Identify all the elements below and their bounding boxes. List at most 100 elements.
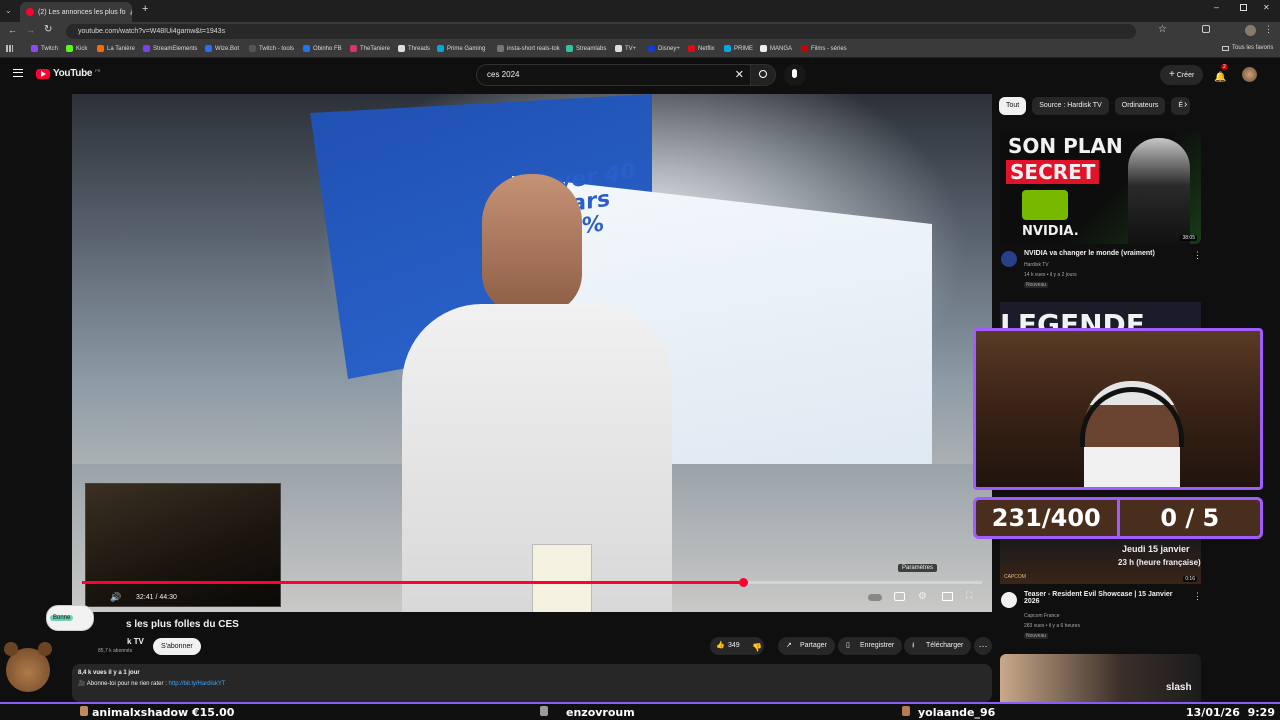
bookmark-label: Films - séries	[811, 45, 847, 52]
bookmark-item[interactable]: Threads	[398, 45, 430, 52]
settings-tooltip: Paramètres	[898, 564, 938, 572]
bookmark-item[interactable]: Obinho FB	[303, 45, 342, 52]
bookmark-favicon-icon	[724, 45, 731, 52]
download-button[interactable]: ⭳ Télécharger	[904, 637, 972, 655]
bookmark-item[interactable]: Prime Gaming	[437, 45, 485, 52]
minimize-icon[interactable]: –	[1214, 2, 1219, 12]
share-button[interactable]: ↗ Partager	[778, 637, 835, 655]
dislike-button[interactable]: 👎	[752, 637, 772, 655]
clear-search-icon[interactable]: ✕	[735, 65, 744, 85]
youtube-logo-text: YouTube	[53, 68, 93, 79]
related-video-title[interactable]: Teaser - Resident Evil Showcase | 15 Jan…	[1024, 591, 1184, 605]
maximize-icon[interactable]	[1240, 4, 1247, 11]
more-actions-icon[interactable]: ⋯	[974, 637, 992, 655]
bookmark-item[interactable]: Wize.Bot	[205, 45, 239, 52]
browser-menu-icon[interactable]: ⋮	[1264, 24, 1273, 35]
bookmark-item[interactable]: Kick	[66, 45, 87, 52]
bookmark-item[interactable]: TheTaniere	[350, 45, 390, 52]
progress-scrubber-handle[interactable]	[739, 578, 748, 587]
back-icon[interactable]: ←	[8, 25, 17, 35]
thumbnail-text-line: CAPCOM	[1004, 574, 1026, 580]
bookmark-favicon-icon	[801, 45, 808, 52]
notification-count: 2	[1221, 64, 1228, 70]
video-player[interactable]: over 40 years-51% 🔊 32:41 / 44:30 ⚙ Para…	[72, 94, 992, 612]
chip-all[interactable]: Tout	[999, 97, 1027, 115]
chips-next-icon[interactable]: ›	[1184, 99, 1187, 110]
save-button[interactable]: ▯ Enregistrer	[838, 637, 903, 655]
bookmark-item[interactable]: PRIME	[724, 45, 753, 52]
bookmark-label: TV+	[625, 45, 637, 52]
bookmark-item[interactable]: Streamlabs	[566, 45, 606, 52]
card-menu-icon[interactable]: ⋮	[1193, 250, 1202, 261]
bookmark-item[interactable]: Films - séries	[801, 45, 847, 52]
youtube-logo[interactable]: YouTube FR	[36, 68, 101, 79]
tab-audio-icon[interactable]: 🔊	[130, 8, 132, 16]
bookmark-icon: ▯	[846, 642, 850, 649]
chip-computers[interactable]: Ordinateurs	[1114, 97, 1166, 115]
tab-search-icon[interactable]: ⌄	[5, 6, 12, 15]
related-video-thumbnail[interactable]: Jeudi 15 janvier 23 h (heure française) …	[1000, 538, 1201, 584]
progress-bar-track[interactable]	[82, 578, 982, 587]
new-tab-icon[interactable]: +	[142, 3, 148, 15]
bookmark-favicon-icon	[303, 45, 310, 52]
related-video-thumbnail[interactable]: SON PLAN SECRET NVIDIA. 38:05	[1000, 132, 1201, 244]
channel-avatar[interactable]	[1001, 592, 1017, 608]
bookmark-favicon-icon	[97, 45, 104, 52]
bookmark-item[interactable]: MANGA	[760, 45, 792, 52]
autoplay-toggle[interactable]	[868, 594, 882, 601]
related-video-title[interactable]: NVIDIA va changer le monde (vraiment)	[1024, 250, 1184, 257]
notifications-button[interactable]: 🔔 2	[1214, 64, 1228, 85]
fullscreen-icon[interactable]: ⛶	[966, 590, 972, 601]
thumbnail-text-line: Jeudi 15 janvier	[1122, 544, 1190, 554]
related-video-thumbnail[interactable]: slash	[1000, 654, 1201, 702]
forward-icon[interactable]: →	[26, 25, 35, 35]
voice-search-button[interactable]	[784, 64, 806, 86]
all-favorites-link[interactable]: Tous les favoris	[1222, 45, 1273, 51]
card-menu-icon[interactable]: ⋮	[1193, 591, 1202, 602]
create-label: Créer	[1176, 72, 1195, 79]
reload-icon[interactable]: ↻	[44, 24, 52, 35]
channel-avatar[interactable]	[1001, 251, 1017, 267]
subtitles-icon[interactable]	[894, 592, 905, 601]
chip-source[interactable]: Source : Hardisk TV	[1032, 97, 1109, 115]
subscribe-button[interactable]: S'abonner	[153, 638, 201, 655]
bookmark-item[interactable]: La Tanière	[97, 45, 135, 52]
bookmark-item[interactable]: Twitch - tools	[249, 45, 294, 52]
bookmark-label: StreamElements	[153, 45, 198, 52]
bookmark-item[interactable]: Twitch	[31, 45, 58, 52]
address-bar[interactable]: youtube.com/watch?v=W48IUi4gamw&t=1943s	[66, 24, 1136, 39]
hamburger-menu-icon[interactable]	[13, 69, 23, 77]
settings-gear-icon[interactable]: ⚙	[918, 591, 927, 602]
volume-icon[interactable]: 🔊	[110, 592, 121, 603]
like-count: 349	[728, 642, 740, 649]
bookmark-item[interactable]: StreamElements	[143, 45, 197, 52]
bookmark-item[interactable]: insta-short reals-tok	[497, 45, 560, 52]
extensions-icon[interactable]	[1202, 25, 1210, 33]
subscribe-label: S'abonner	[161, 643, 193, 650]
search-input[interactable]: ces 2024 ✕	[476, 64, 751, 86]
bookmark-star-icon[interactable]: ☆	[1158, 24, 1167, 35]
browser-toolbar: ← → ↻ youtube.com/watch?v=W48IUi4gamw&t=…	[0, 22, 1280, 41]
bookmark-favicon-icon	[497, 45, 504, 52]
bookmark-favicon-icon	[688, 45, 695, 52]
bookmark-favicon-icon	[66, 45, 73, 52]
search-button[interactable]	[750, 64, 776, 86]
browser-tab[interactable]: (2) Les annonces les plus fo 🔊 ✕	[20, 2, 132, 22]
channel-name[interactable]: k TV	[127, 637, 144, 646]
bookmark-item[interactable]: Disney+	[648, 45, 680, 52]
apps-grid-icon[interactable]	[6, 45, 13, 52]
share-icon: ↗	[786, 642, 792, 649]
account-avatar[interactable]	[1242, 67, 1257, 82]
bookmark-label: Obinho FB	[313, 45, 342, 52]
pip-camera-feed	[85, 483, 281, 607]
all-favorites-label: Tous les favoris	[1232, 45, 1274, 51]
bookmark-item[interactable]: TV+	[615, 45, 636, 52]
bookmark-label: Kick	[76, 45, 88, 52]
create-button[interactable]: + Créer	[1160, 65, 1204, 85]
video-title: s les plus folles du CES	[126, 619, 239, 630]
description-link[interactable]: http://bit.ly/HardiskYT	[169, 681, 226, 687]
miniplayer-icon[interactable]	[942, 592, 953, 601]
profile-avatar[interactable]	[1245, 25, 1256, 36]
close-window-icon[interactable]: ✕	[1263, 3, 1270, 12]
bookmark-item[interactable]: Netflix	[688, 45, 715, 52]
